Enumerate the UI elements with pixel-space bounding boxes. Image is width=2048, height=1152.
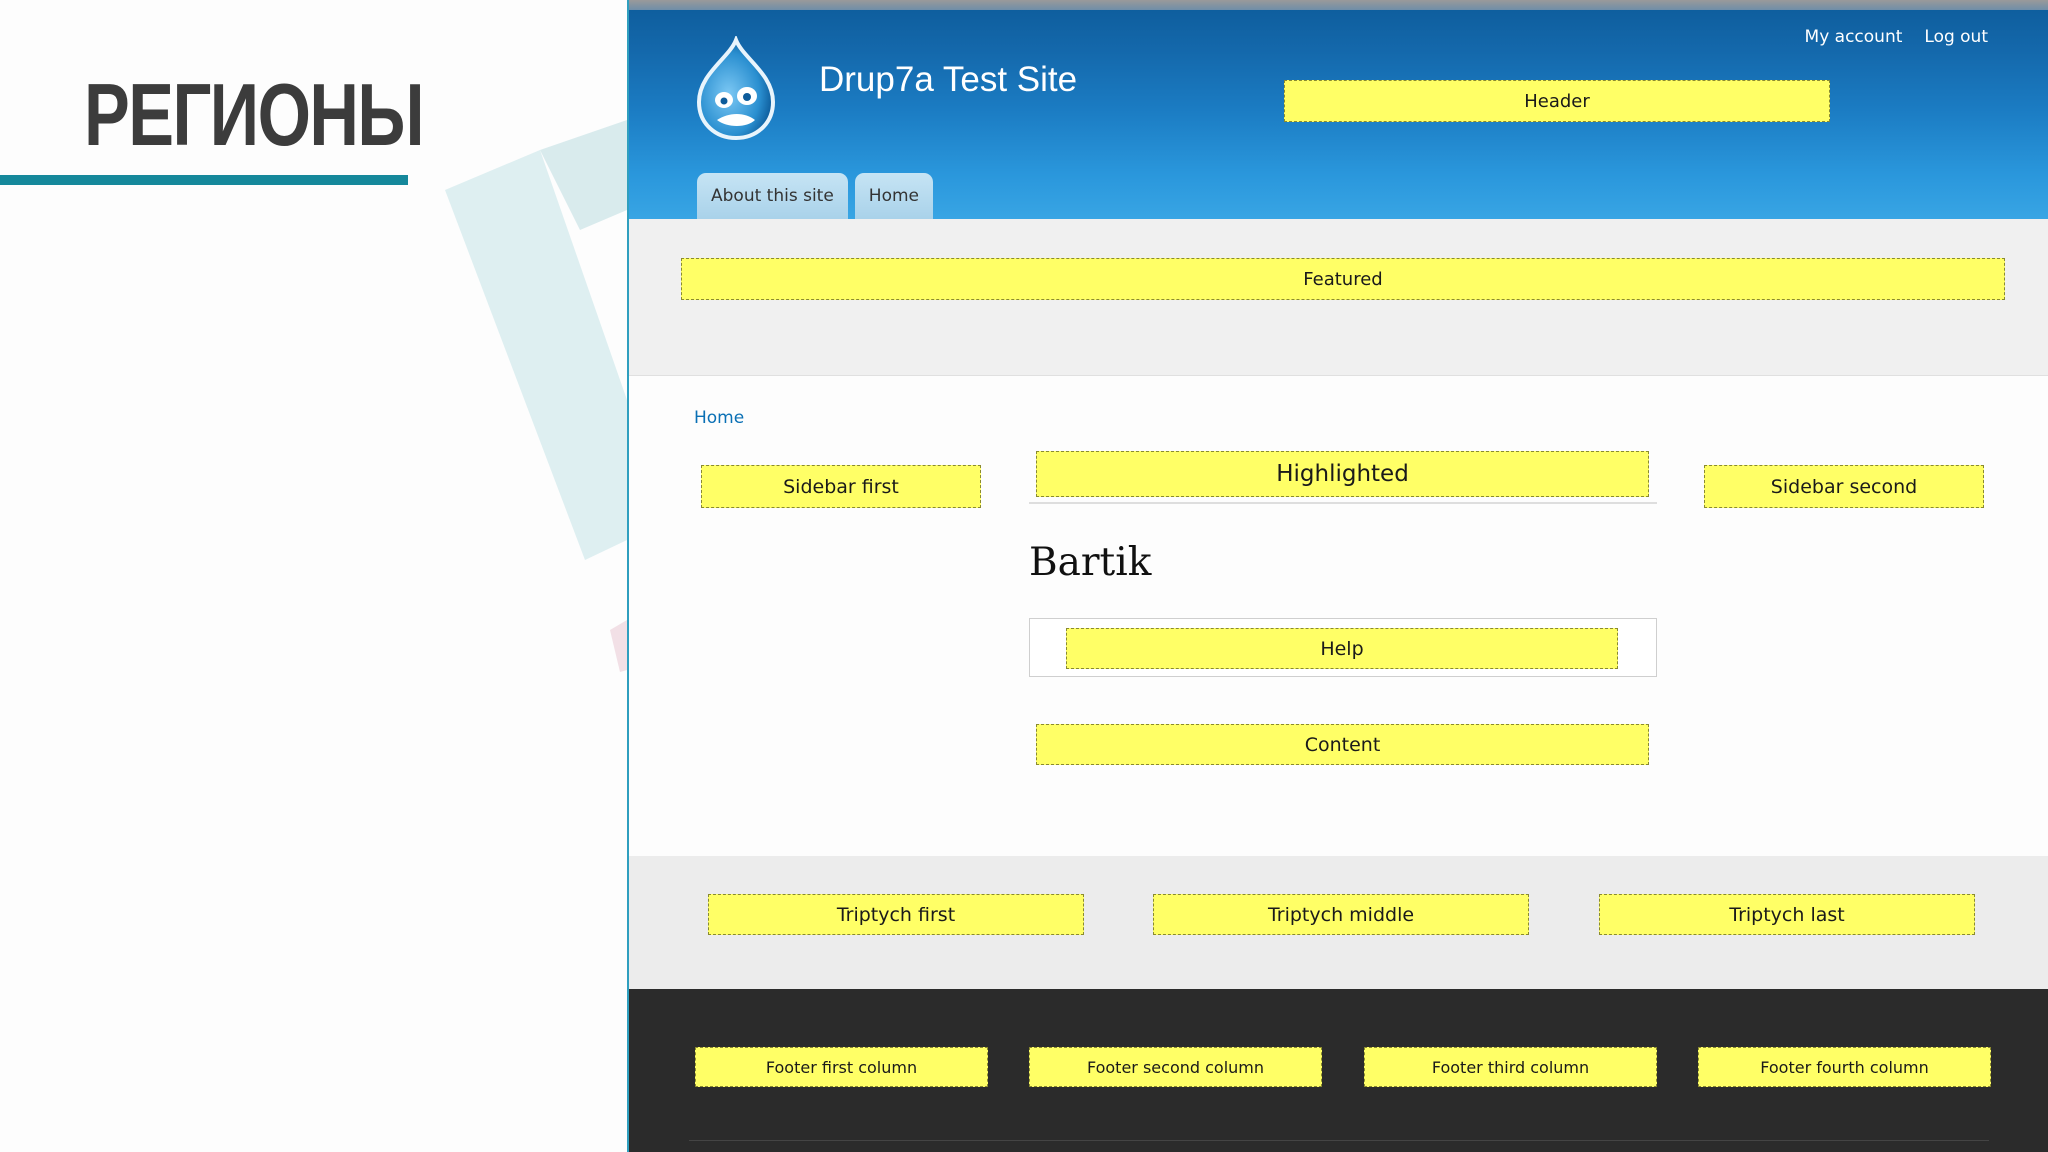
footer-band: Footer first column Footer second column… bbox=[629, 989, 2048, 1152]
drupal-drop-icon[interactable] bbox=[691, 36, 781, 142]
region-sidebar-second: Sidebar second bbox=[1704, 465, 1984, 508]
region-highlighted: Highlighted bbox=[1036, 451, 1649, 497]
region-triptych-first: Triptych first bbox=[708, 894, 1084, 935]
my-account-link[interactable]: My account bbox=[1805, 27, 1903, 47]
region-triptych-last: Triptych last bbox=[1599, 894, 1975, 935]
secondary-menu: My account Log out bbox=[1805, 27, 1988, 47]
featured-band: Featured bbox=[629, 219, 2048, 376]
page-title: Bartik bbox=[1029, 540, 1152, 585]
main-menu: About this site Home bbox=[697, 173, 933, 219]
region-footer-fourth: Footer fourth column bbox=[1698, 1047, 1991, 1087]
region-footer-first: Footer first column bbox=[695, 1047, 988, 1087]
triptych-band: Triptych first Triptych middle Triptych … bbox=[629, 856, 2048, 989]
region-featured: Featured bbox=[681, 258, 2005, 300]
breadcrumb[interactable]: Home bbox=[694, 408, 744, 428]
region-triptych-middle: Triptych middle bbox=[1153, 894, 1529, 935]
tab-about-this-site[interactable]: About this site bbox=[697, 173, 848, 219]
site-name[interactable]: Drup7a Test Site bbox=[819, 60, 1077, 100]
region-content: Content bbox=[1036, 724, 1649, 765]
region-sidebar-first: Sidebar first bbox=[701, 465, 981, 508]
site-header: My account Log out Drup7a Test Site Head… bbox=[629, 0, 2048, 219]
region-help: Help bbox=[1066, 628, 1618, 669]
highlighted-divider bbox=[1029, 502, 1657, 504]
log-out-link[interactable]: Log out bbox=[1924, 27, 1988, 47]
slide-watermark-graphic bbox=[445, 120, 627, 672]
region-header: Header bbox=[1284, 80, 1830, 122]
tab-home[interactable]: Home bbox=[854, 173, 933, 219]
main-area bbox=[629, 376, 2048, 856]
toolbar-strip bbox=[629, 0, 2048, 10]
title-underline bbox=[0, 175, 408, 185]
slide-panel: РЕГИОНЫ bbox=[0, 0, 627, 1152]
slide-title: РЕГИОНЫ bbox=[84, 65, 425, 164]
region-footer-second: Footer second column bbox=[1029, 1047, 1322, 1087]
site-screenshot: My account Log out Drup7a Test Site Head… bbox=[627, 0, 2048, 1152]
region-footer-third: Footer third column bbox=[1364, 1047, 1657, 1087]
footer-divider bbox=[689, 1140, 1989, 1141]
